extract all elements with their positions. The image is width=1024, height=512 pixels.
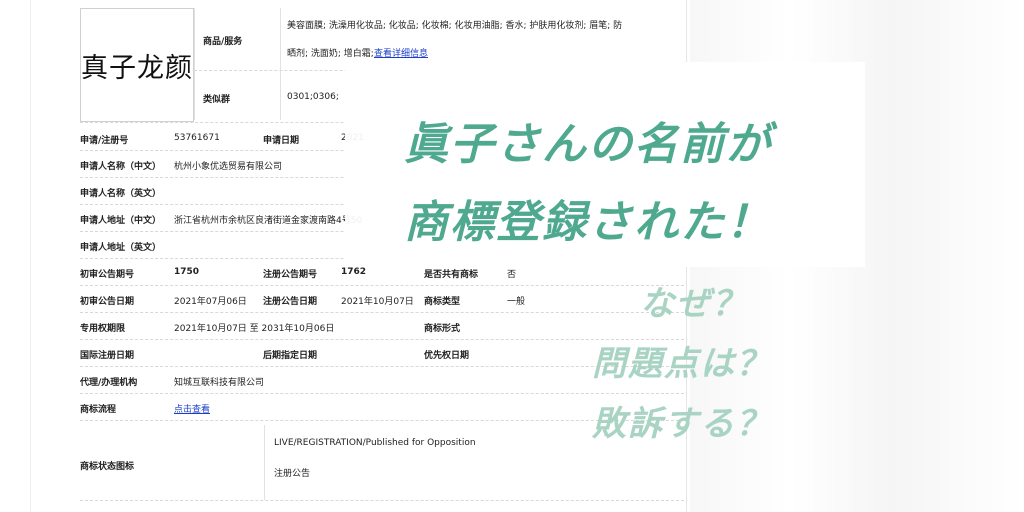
question-lawsuit: 敗訴する？: [592, 404, 772, 444]
goods-detail-link[interactable]: 查看详细信息: [374, 46, 428, 59]
address-en-label: 申请人地址（英文）: [80, 243, 162, 253]
applicant-cn-value: 杭州小象优选贸易有限公司: [174, 162, 283, 172]
type-label: 商标类型: [424, 297, 461, 307]
goods-value: 美容面膜; 洗澡用化妆品; 化妆品; 化妆棉; 化妆用油脂; 香水; 护肤用化妆…: [287, 21, 623, 31]
divider: [194, 8, 195, 120]
intl-date-label: 国际注册日期: [80, 351, 135, 361]
status-value: LIVE/REGISTRATION/Published for Oppositi…: [274, 438, 476, 448]
agent-value: 知城互联科技有限公司: [174, 378, 265, 388]
divider: [80, 500, 684, 501]
process-link[interactable]: 点击查看: [174, 402, 210, 415]
reg-pub-date-value: 2021年10月07日: [341, 297, 414, 307]
headline-line-1: 眞子さんの名前が: [404, 119, 772, 170]
type-value: 一般: [507, 297, 526, 307]
exclusive-value: 2021年10月07日 至 2031年10月06日: [174, 324, 335, 334]
shared-value: 否: [507, 270, 517, 280]
address-cn-value: 浙江省杭州市余杭区良渚街道金家渡南路4号50: [174, 216, 363, 226]
reg-pub-date-label: 注册公告日期: [263, 297, 318, 307]
headline-line-2: 商標登録された！: [404, 197, 772, 248]
divider: [80, 312, 684, 313]
applicant-cn-label: 申请人名称（中文）: [80, 162, 162, 172]
prelim-date-label: 初审公告日期: [80, 297, 135, 307]
reg-pub-no-value: 1762: [341, 267, 367, 277]
trademark-logo: 真子龙颜: [80, 8, 194, 122]
question-problem: 問題点は？: [592, 344, 772, 384]
shared-label: 是否共有商标: [424, 270, 479, 280]
divider: [264, 425, 265, 500]
class-value: 0301;0306;: [287, 92, 339, 102]
later-date-label: 后期指定日期: [263, 351, 318, 361]
app-date-label: 申请日期: [263, 136, 300, 146]
divider: [80, 393, 684, 394]
class-label: 类似群: [203, 95, 231, 105]
exclusive-label: 专用权期限: [80, 324, 126, 334]
agent-label: 代理/办理机构: [80, 378, 138, 388]
priority-label: 优先权日期: [424, 351, 470, 361]
question-why: なぜ？: [640, 284, 748, 324]
prelim-no-value: 1750: [174, 267, 200, 277]
prelim-date-value: 2021年07月06日: [174, 297, 247, 307]
process-label: 商标流程: [80, 405, 117, 415]
status-value-cont: 注册公告: [274, 469, 311, 479]
prelim-no-label: 初审公告期号: [80, 270, 135, 280]
trademark-logo-text: 真子龙颜: [81, 52, 193, 84]
divider: [280, 8, 281, 120]
reg-no-value: 53761671: [174, 133, 220, 143]
address-cn-label: 申请人地址（中文）: [80, 216, 162, 226]
reg-no-label: 申请/注册号: [80, 136, 129, 146]
form-label: 商标形式: [424, 324, 461, 334]
goods-value-cont: 晒剂; 洗面奶; 增白霜;: [287, 49, 374, 59]
goods-label: 商品/服务: [203, 37, 243, 47]
status-label: 商标状态图标: [80, 462, 135, 472]
reg-pub-no-label: 注册公告期号: [263, 270, 318, 280]
divider: [80, 285, 684, 286]
applicant-en-label: 申请人名称（英文）: [80, 189, 162, 199]
